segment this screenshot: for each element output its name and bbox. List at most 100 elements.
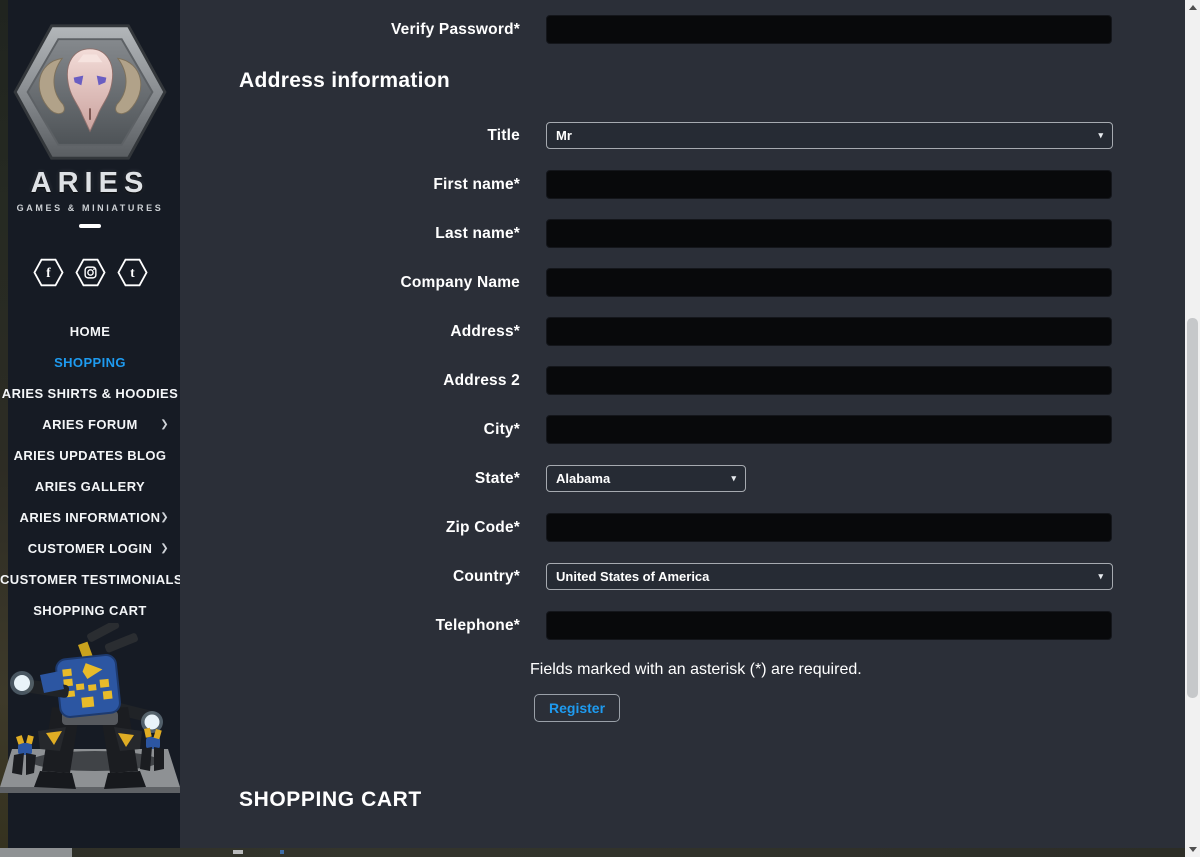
form-row-address: Address* — [180, 317, 1185, 346]
first-name-input[interactable] — [546, 170, 1112, 199]
form-row-city: City* — [180, 415, 1185, 444]
sidebar-item-label: ARIES INFORMATION — [20, 510, 161, 525]
scroll-up-button[interactable] — [1185, 0, 1200, 15]
svg-text:t: t — [130, 265, 135, 280]
field-label: State* — [180, 470, 520, 488]
last-name-input[interactable] — [546, 219, 1112, 248]
scrollbar-thumb[interactable] — [1187, 318, 1198, 698]
form-row-last-name: Last name* — [180, 219, 1185, 248]
form-row-address-2: Address 2 — [180, 366, 1185, 395]
field-control: United States of America ▾ — [546, 563, 1113, 590]
city-input[interactable] — [546, 415, 1112, 444]
facebook-icon[interactable]: f — [32, 256, 65, 289]
select-value: Alabama — [556, 471, 610, 486]
sidebar-item-aries-shirts-hoodies[interactable]: ARIES SHIRTS & HOODIES — [0, 378, 180, 409]
field-control — [546, 415, 1112, 444]
form-row-first-name: First name* — [180, 170, 1185, 199]
country-select[interactable]: United States of America ▾ — [546, 563, 1113, 590]
zip-code-input[interactable] — [546, 513, 1112, 542]
form-row-company-name: Company Name — [180, 268, 1185, 297]
sidebar-item-label: CUSTOMER TESTIMONIALS — [0, 572, 183, 587]
sidebar-item-label: ARIES UPDATES BLOG — [14, 448, 167, 463]
verify-password-input[interactable] — [546, 15, 1112, 44]
field-label: Zip Code* — [180, 519, 520, 537]
hexagon-frame — [74, 256, 107, 289]
field-control — [546, 268, 1112, 297]
field-label: Verify Password* — [180, 21, 520, 39]
field-control — [546, 611, 1112, 640]
form-row-zip-code: Zip Code* — [180, 513, 1185, 542]
sidebar-item-aries-updates-blog[interactable]: ARIES UPDATES BLOG — [0, 440, 180, 471]
sidebar-item-customer-login[interactable]: CUSTOMER LOGIN ❯ — [0, 533, 180, 564]
company-name-input[interactable] — [546, 268, 1112, 297]
sidebar-item-aries-information[interactable]: ARIES INFORMATION❯ — [0, 502, 180, 533]
verify-password-row-slot: Verify Password* — [180, 15, 1185, 44]
select-value: United States of America — [556, 569, 709, 584]
sidebar-item-aries-gallery[interactable]: ARIES GALLERY — [0, 471, 180, 502]
hexagon-frame: f — [32, 256, 65, 289]
down-arrow-icon — [1189, 847, 1197, 852]
divider-dash — [79, 224, 101, 228]
page: ARIES GAMES & MINIATURES ft HOMESHOPPING… — [0, 0, 1200, 857]
sidebar-item-aries-forum[interactable]: ARIES FORUM❯ — [0, 409, 180, 440]
site-logo[interactable]: ARIES GAMES & MINIATURES — [0, 20, 180, 213]
sidebar-item-label: HOME — [70, 324, 111, 339]
cart-table-top-edge — [0, 848, 1185, 857]
field-control: Mr ▾ — [546, 122, 1113, 149]
select-value: Mr — [556, 128, 572, 143]
field-label: First name* — [180, 176, 520, 194]
sidebar-item-label: SHOPPING — [54, 355, 126, 370]
main-content: Verify Password* Address information Tit… — [180, 0, 1185, 848]
sidebar-item-label: CUSTOMER LOGIN — [28, 541, 153, 556]
sidebar-item-label: ARIES FORUM — [42, 417, 137, 432]
register-button[interactable]: Register — [534, 694, 620, 722]
dropdown-arrow-icon: ▾ — [731, 473, 736, 484]
field-control: Alabama ▾ — [546, 465, 746, 492]
field-control — [546, 15, 1112, 44]
cart-fragment-pixel — [233, 850, 243, 854]
social-icons: ft — [0, 256, 180, 289]
vertical-scrollbar[interactable] — [1185, 0, 1200, 857]
form-row-country: Country* United States of America ▾ — [180, 562, 1185, 591]
field-label: Last name* — [180, 225, 520, 243]
form-row-title: TitleMr▾ — [180, 121, 1185, 150]
ram-skull-emblem-icon — [8, 20, 172, 164]
required-fields-note: Fields marked with an asterisk (*) are r… — [530, 660, 1185, 680]
instagram-icon[interactable] — [74, 256, 107, 289]
form-row-state: State* Alabama ▾ — [180, 464, 1185, 493]
battlemech-illustration — [0, 623, 180, 815]
sidebar-item-customer-testimonials[interactable]: CUSTOMER TESTIMONIALS — [0, 564, 180, 595]
field-label: City* — [180, 421, 520, 439]
sidebar-nav: HOME SHOPPING ARIES SHIRTS & HOODIES ARIES … — [0, 316, 180, 626]
sidebar: ARIES GAMES & MINIATURES ft HOMESHOPPING… — [0, 0, 180, 848]
field-label: Country* — [180, 568, 520, 586]
field-label: Address 2 — [180, 372, 520, 390]
sidebar-item-home[interactable]: HOME — [0, 316, 180, 347]
svg-text:f: f — [46, 265, 51, 280]
field-label: Company Name — [180, 274, 520, 292]
field-control — [546, 317, 1112, 346]
sidebar-item-shopping-cart[interactable]: SHOPPING CART — [0, 595, 180, 626]
sidebar-item-label: ARIES SHIRTS & HOODIES — [2, 386, 178, 401]
field-control — [546, 219, 1112, 248]
up-arrow-icon — [1189, 5, 1197, 10]
dropdown-arrow-icon: ▾ — [1098, 130, 1103, 141]
form-row-telephone: Telephone* — [180, 611, 1185, 640]
chevron-right-icon: ❯ — [160, 502, 169, 533]
shopping-cart-heading: SHOPPING CART — [239, 788, 1185, 812]
title-select[interactable]: Mr ▾ — [546, 122, 1113, 149]
chevron-right-icon: ❯ — [160, 533, 169, 564]
cart-thumbnail-fragment — [0, 848, 72, 857]
scroll-down-button[interactable] — [1185, 842, 1200, 857]
telephone-input[interactable] — [546, 611, 1112, 640]
dropdown-arrow-icon: ▾ — [1098, 571, 1103, 582]
cart-fragment-pixel — [280, 850, 284, 854]
address-2-input[interactable] — [546, 366, 1112, 395]
address-input[interactable] — [546, 317, 1112, 346]
state-select[interactable]: Alabama ▾ — [546, 465, 746, 492]
tumblr-icon[interactable]: t — [116, 256, 149, 289]
field-label: Telephone* — [180, 617, 520, 635]
field-control — [546, 366, 1112, 395]
sidebar-item-shopping[interactable]: SHOPPING — [0, 347, 180, 378]
sidebar-item-label: ARIES GALLERY — [35, 479, 145, 494]
